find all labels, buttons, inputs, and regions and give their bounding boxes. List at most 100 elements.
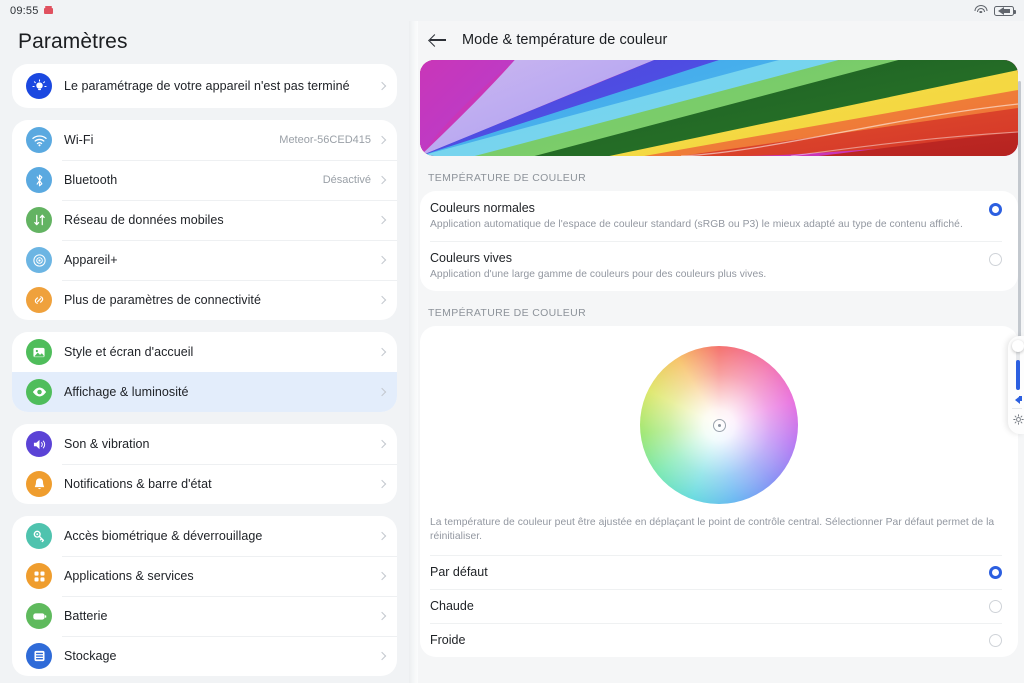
color-wheel-wrap <box>420 340 1018 514</box>
chevron-right-icon <box>377 651 387 661</box>
sidebar-item-value: Meteor-56CED415 <box>279 134 371 146</box>
tablet-screen: 09:55 Paramètres Le paramétrage de votre… <box>0 0 1024 683</box>
sidebar-item-bluetooth[interactable]: Bluetooth Désactivé <box>12 160 397 200</box>
chevron-right-icon <box>377 175 387 185</box>
temperature-option[interactable]: Par défaut <box>420 555 1018 589</box>
chevron-right-icon <box>377 255 387 265</box>
temp-section-heading: TEMPÉRATURE DE COULEUR <box>428 307 587 319</box>
color-mode-option-subtitle: Application d'une large gamme de couleur… <box>430 269 767 280</box>
mobile-data-icon <box>26 207 52 233</box>
chevron-right-icon <box>377 215 387 225</box>
sidebar-item-label: Applications & services <box>64 569 194 583</box>
sidebar-item-notifications-barre-d-tat[interactable]: Notifications & barre d'état <box>12 464 397 504</box>
settings-sidebar[interactable]: Paramètres Le paramétrage de votre appar… <box>0 21 409 683</box>
color-mode-option-title: Couleurs normales <box>430 201 535 215</box>
radio-button[interactable] <box>989 599 1002 613</box>
page-title: Paramètres <box>18 30 128 53</box>
detail-title: Mode & température de couleur <box>462 32 668 48</box>
color-temperature-card[interactable]: La température de couleur peut être ajus… <box>420 326 1018 657</box>
device-plus-icon <box>26 247 52 273</box>
temperature-option[interactable]: Chaude <box>420 589 1018 623</box>
sound-icon <box>26 431 52 457</box>
temperature-option[interactable]: Froide <box>420 623 1018 657</box>
sidebar-item-r-seau-de-donn-es-mobiles[interactable]: Réseau de données mobiles <box>12 200 397 240</box>
sidebar-groups: Le paramétrage de votre appareil n'est p… <box>0 64 409 676</box>
sidebar-group-0: Le paramétrage de votre appareil n'est p… <box>12 64 397 108</box>
temperature-option-label: Froide <box>430 633 466 647</box>
alarm-icon <box>43 6 53 15</box>
panel-divider <box>409 21 418 683</box>
chevron-right-icon <box>377 347 387 357</box>
sidebar-group-1: Wi-Fi Meteor-56CED415 Bluetooth Désactivé Ré… <box>12 120 397 320</box>
temperature-option-label: Par défaut <box>430 565 488 579</box>
status-bar: 09:55 <box>0 0 1024 21</box>
sidebar-item-wi-fi[interactable]: Wi-Fi Meteor-56CED415 <box>12 120 397 160</box>
speaker-icon[interactable] <box>1015 394 1024 404</box>
sidebar-item-applications-services[interactable]: Applications & services <box>12 556 397 596</box>
temperature-option-label: Chaude <box>430 599 474 613</box>
sidebar-item-batterie[interactable]: Batterie <box>12 596 397 636</box>
detail-header: Mode & température de couleur <box>418 21 1024 59</box>
link-icon <box>26 287 52 313</box>
chevron-right-icon <box>377 479 387 489</box>
sidebar-item-plus-de-param-tres-de-connec[interactable]: Plus de paramètres de connectivité <box>12 280 397 320</box>
sidebar-item-label: Bluetooth <box>64 173 118 187</box>
chevron-right-icon <box>377 295 387 305</box>
storage-icon <box>26 643 52 669</box>
volume-slider-knob[interactable] <box>1012 340 1024 352</box>
sidebar-item-label: Batterie <box>64 609 108 623</box>
radio-button[interactable] <box>989 253 1002 266</box>
sidebar-item-label: Affichage & luminosité <box>64 385 189 399</box>
chevron-right-icon <box>377 611 387 621</box>
sidebar-item-label: Appareil+ <box>64 253 118 267</box>
sidebar-item-style-et-cran-d-accueil[interactable]: Style et écran d'accueil <box>12 332 397 372</box>
volume-slider-fill <box>1016 360 1020 390</box>
gear-icon[interactable] <box>1013 414 1024 425</box>
color-wheel-picker[interactable] <box>640 346 798 504</box>
color-wheel-note: La température de couleur peut être ajus… <box>430 517 995 542</box>
sidebar-item-stockage[interactable]: Stockage <box>12 636 397 676</box>
color-mode-option-subtitle: Application automatique de l'espace de c… <box>430 219 963 230</box>
sidebar-item-label: Réseau de données mobiles <box>64 213 224 227</box>
sidebar-item-appareil[interactable]: Appareil+ <box>12 240 397 280</box>
chevron-right-icon <box>377 571 387 581</box>
status-bar-left: 09:55 <box>10 5 53 17</box>
volume-panel[interactable] <box>1008 336 1024 434</box>
radio-button[interactable] <box>989 203 1002 216</box>
sidebar-item-son-vibration[interactable]: Son & vibration <box>12 424 397 464</box>
sidebar-item-label: Style et écran d'accueil <box>64 345 194 359</box>
chevron-right-icon <box>377 387 387 397</box>
mode-section-heading: TEMPÉRATURE DE COULEUR <box>428 172 587 184</box>
sidebar-item-acc-s-biom-trique-d-verrouil[interactable]: Accès biométrique & déverrouillage <box>12 516 397 556</box>
sidebar-item-affichage-luminosit[interactable]: Affichage & luminosité <box>12 372 397 412</box>
sidebar-item-le-param-trage-de-votre-appa[interactable]: Le paramétrage de votre appareil n'est p… <box>12 64 397 108</box>
sidebar-item-label: Notifications & barre d'état <box>64 477 212 491</box>
sidebar-group-3: Son & vibration Notifications & barre d'é… <box>12 424 397 504</box>
bell-icon <box>26 471 52 497</box>
sidebar-item-value: Désactivé <box>322 174 371 186</box>
display-eye-icon <box>26 379 52 405</box>
sidebar-item-label: Le paramétrage de votre appareil n'est p… <box>64 79 350 93</box>
temperature-options[interactable]: Par défaut Chaude Froide <box>420 555 1018 657</box>
rainbow-banner-image <box>420 60 1018 156</box>
volume-panel-divider <box>1012 408 1022 409</box>
color-mode-card[interactable]: Couleurs normales Application automatique… <box>420 191 1018 291</box>
radio-button[interactable] <box>989 565 1002 579</box>
color-mode-option[interactable]: Couleurs normales Application automatique… <box>420 191 1018 241</box>
back-arrow-icon[interactable] <box>428 30 448 50</box>
radio-button[interactable] <box>989 633 1002 647</box>
detail-panel[interactable]: Mode & température de couleur TEMPÉRATUR… <box>418 21 1024 683</box>
status-bar-clock: 09:55 <box>10 4 39 17</box>
sidebar-item-label: Plus de paramètres de connectivité <box>64 293 261 307</box>
color-mode-option[interactable]: Couleurs vives Application d'une large ga… <box>420 241 1018 291</box>
bluetooth-icon <box>26 167 52 193</box>
color-mode-option-text: Couleurs vives Application d'une large ga… <box>430 250 989 282</box>
sidebar-item-label: Wi-Fi <box>64 133 94 147</box>
sidebar-group-4: Accès biométrique & déverrouillage Applic… <box>12 516 397 676</box>
color-wheel-handle[interactable] <box>712 418 726 432</box>
sidebar-item-label: Son & vibration <box>64 437 150 451</box>
chevron-right-icon <box>377 531 387 541</box>
vertical-scrollbar[interactable] <box>1018 81 1021 339</box>
status-bar-right <box>974 5 1016 16</box>
battery-charging-icon <box>994 5 1016 16</box>
